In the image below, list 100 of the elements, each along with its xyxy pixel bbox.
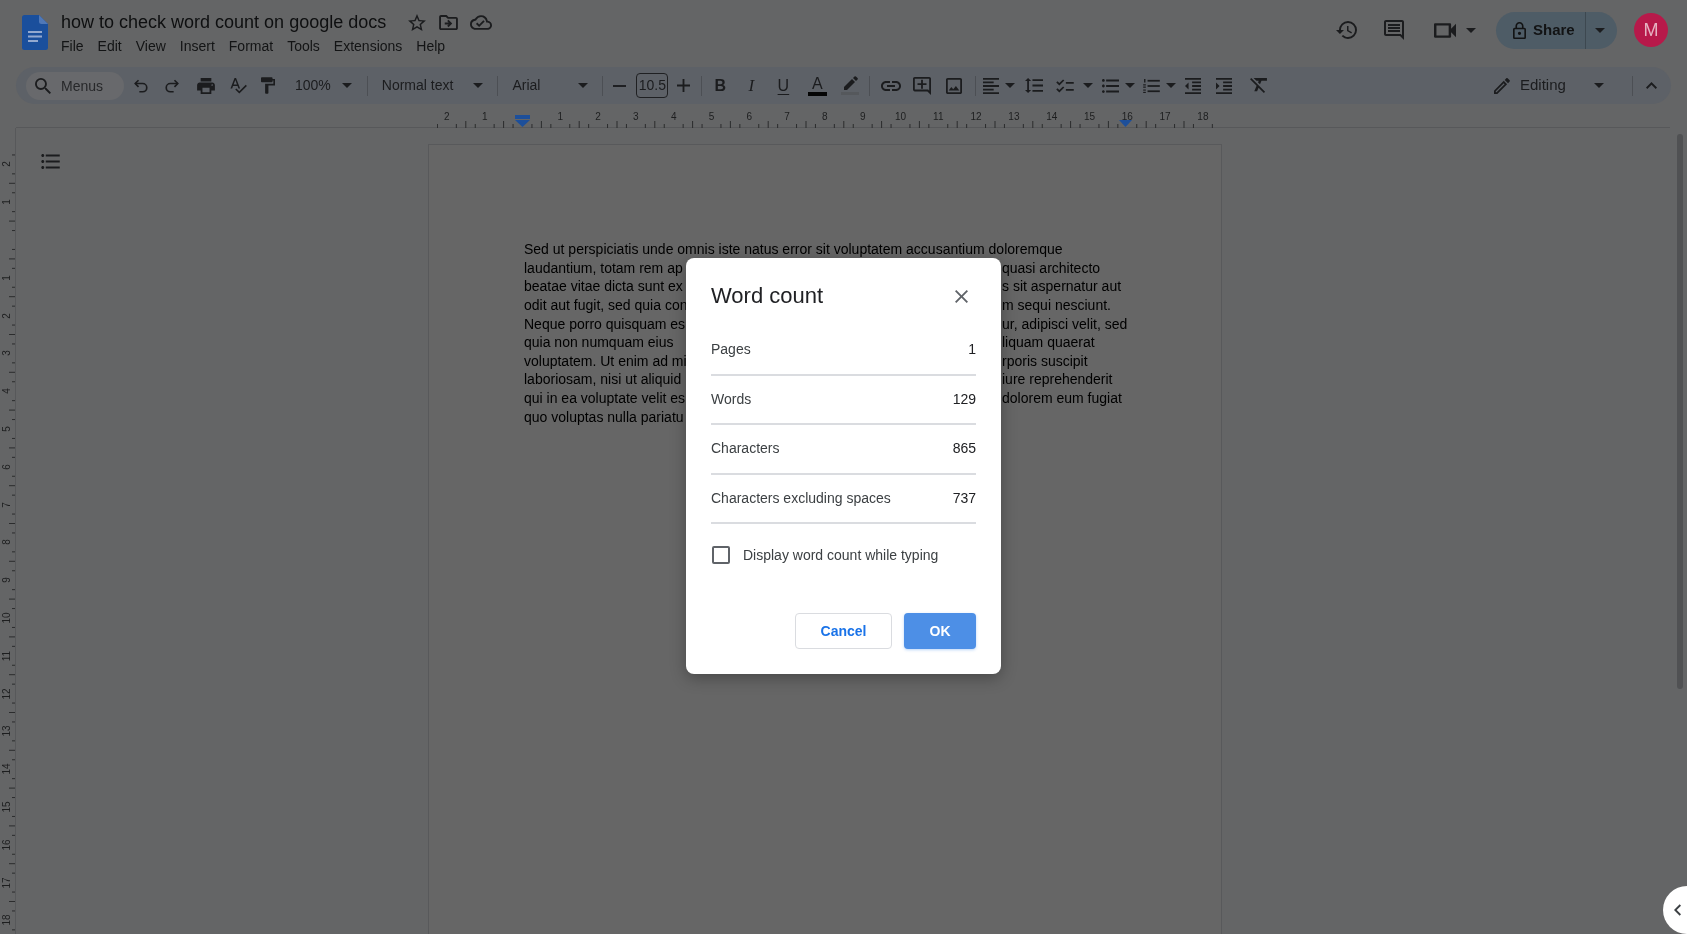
bold-button[interactable]: B — [706, 71, 735, 100]
menu-item[interactable]: Extensions — [326, 36, 410, 56]
avatar[interactable]: M — [1634, 13, 1668, 47]
checkbox[interactable] — [712, 546, 730, 565]
paragraph-text: Sed ut perspiciatis unde omnis iste natus error sit voluptatem accusantium doloremque — [524, 240, 1063, 259]
caret-icon[interactable] — [473, 83, 484, 88]
underline-button[interactable]: U — [769, 71, 798, 100]
document-icon[interactable] — [22, 15, 48, 50]
ruler-number: 5 — [708, 111, 715, 123]
document-title[interactable]: how to check word count on google docs — [61, 10, 387, 34]
ruler-number: 1 — [1, 275, 13, 281]
stat-label: Characters excluding spaces — [711, 489, 891, 509]
font-size-field[interactable]: 10.5 — [636, 73, 669, 98]
italic-button[interactable]: I — [737, 71, 766, 100]
checkbox-label[interactable]: Display word count while typing — [743, 544, 939, 566]
caret-icon[interactable] — [1005, 83, 1016, 88]
increase-indent-icon[interactable] — [1216, 77, 1233, 94]
caret-icon[interactable] — [1083, 83, 1094, 88]
numbered-list-icon[interactable] — [1143, 78, 1161, 93]
ruler-number: 14 — [1046, 111, 1058, 123]
ruler-number: 15 — [1, 801, 13, 813]
stat-label: Words — [711, 389, 752, 409]
print-icon[interactable] — [197, 77, 215, 94]
caret-icon[interactable] — [1166, 83, 1177, 88]
ruler-number: 9 — [859, 111, 866, 123]
paragraph-text: ur, adipisci velit, sed — [1002, 314, 1128, 334]
menu-item[interactable]: Help — [409, 36, 453, 56]
paragraph-text: laboriosam, nisi ut aliquid — [524, 370, 682, 390]
paragraph-text: m sequi nesciunt. — [1002, 295, 1111, 315]
menu-item[interactable]: File — [54, 36, 91, 56]
ruler-number: 18 — [1, 914, 13, 926]
zoom-dropdown[interactable]: 100% — [289, 71, 356, 100]
caret-icon[interactable] — [1594, 83, 1604, 88]
ruler-number: 16 — [1121, 111, 1133, 123]
text-color-button[interactable]: A — [803, 71, 832, 100]
video-camera-icon[interactable] — [1434, 22, 1456, 38]
font-dropdown[interactable]: Arial — [506, 71, 593, 100]
decrease-indent-icon[interactable] — [1185, 77, 1202, 94]
caret-icon[interactable] — [1594, 27, 1605, 33]
menu-item[interactable]: Tools — [280, 36, 327, 56]
caret-icon[interactable] — [1466, 27, 1476, 33]
menu-item[interactable]: View — [128, 36, 173, 56]
list-icon[interactable] — [40, 153, 60, 169]
undo-icon[interactable] — [134, 78, 148, 93]
paint-roller-icon[interactable] — [261, 77, 275, 94]
indent-marker-icon[interactable] — [515, 115, 530, 127]
chevron-up-icon[interactable] — [1645, 82, 1657, 89]
star-icon[interactable] — [408, 13, 427, 31]
spellcheck-icon[interactable] — [229, 77, 247, 94]
dialog-title: Word count — [711, 282, 824, 310]
caret-icon[interactable] — [578, 83, 589, 88]
paragraph-text: quia non numquam eius — [524, 333, 674, 352]
comment-icon[interactable] — [1384, 20, 1404, 40]
pencil-icon[interactable] — [1494, 77, 1510, 94]
side-panel-toggle[interactable] — [1663, 886, 1687, 934]
paragraph-text: liquam quaerat — [1002, 333, 1095, 352]
indent-marker-icon[interactable] — [1119, 120, 1132, 127]
search-field[interactable]: Menus — [26, 71, 124, 100]
chevron-left-icon[interactable] — [1673, 904, 1681, 916]
highlighter-icon[interactable] — [841, 76, 860, 95]
ruler-number: 1 — [1, 199, 13, 205]
lock-icon[interactable] — [1513, 21, 1526, 39]
share-menu-button[interactable] — [1585, 11, 1617, 49]
menu-item[interactable]: Edit — [90, 36, 129, 56]
caret-icon[interactable] — [341, 83, 352, 88]
ruler-number: 11 — [1, 650, 13, 661]
ruler-number: 2 — [1, 312, 13, 319]
menu-item[interactable]: Insert — [172, 36, 222, 56]
plus-icon[interactable] — [676, 79, 690, 92]
ok-button[interactable]: OK — [904, 613, 976, 650]
bulleted-list-icon[interactable] — [1102, 78, 1120, 93]
ruler-number: 2 — [1, 161, 13, 168]
swatch-icon — [807, 91, 827, 96]
minus-icon[interactable] — [612, 84, 626, 87]
close-icon[interactable] — [954, 289, 968, 303]
redo-icon[interactable] — [165, 78, 179, 93]
share-button[interactable]: Share — [1496, 11, 1585, 49]
ruler-number: 4 — [670, 111, 677, 123]
ruler-number: 8 — [1, 539, 13, 546]
align-left-icon[interactable] — [983, 77, 1000, 94]
clear-formatting-icon[interactable] — [1249, 78, 1267, 93]
mode-dropdown[interactable]: Editing — [1487, 71, 1608, 100]
history-icon[interactable] — [1336, 21, 1357, 39]
paragraph-text: quasi architecto — [1002, 258, 1101, 278]
ruler-number: 6 — [1, 464, 13, 470]
cloud-check-icon[interactable] — [470, 14, 493, 30]
paragraph-text: qui in ea voluptate velit es — [524, 389, 686, 408]
line-spacing-icon[interactable] — [1025, 78, 1044, 93]
image-icon[interactable] — [946, 77, 963, 94]
folder-move-icon[interactable] — [439, 14, 459, 30]
menu-item[interactable]: Format — [221, 36, 281, 56]
ruler-number: 7 — [784, 111, 790, 123]
checklist-icon[interactable] — [1056, 78, 1075, 93]
add-comment-icon[interactable] — [913, 76, 932, 95]
stat-value: 865 — [952, 439, 976, 459]
link-icon[interactable] — [881, 80, 902, 91]
ruler-number: 10 — [894, 111, 907, 123]
paragraph-style-dropdown[interactable]: Normal text — [375, 71, 488, 100]
caret-icon[interactable] — [1125, 83, 1136, 88]
cancel-button[interactable]: Cancel — [795, 613, 892, 650]
